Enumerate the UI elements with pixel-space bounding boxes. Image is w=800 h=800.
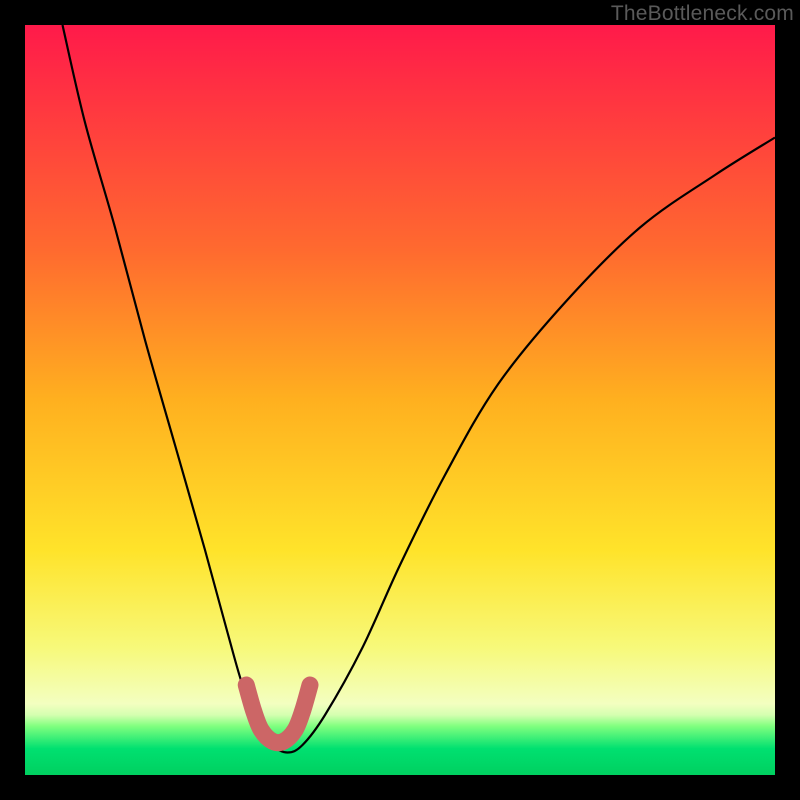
bottleneck-chart-svg (25, 25, 775, 775)
bottleneck-curve-line (63, 25, 776, 753)
optimal-range-marker (246, 685, 310, 743)
watermark-text: TheBottleneck.com (611, 2, 794, 26)
chart-plot-area (25, 25, 775, 775)
